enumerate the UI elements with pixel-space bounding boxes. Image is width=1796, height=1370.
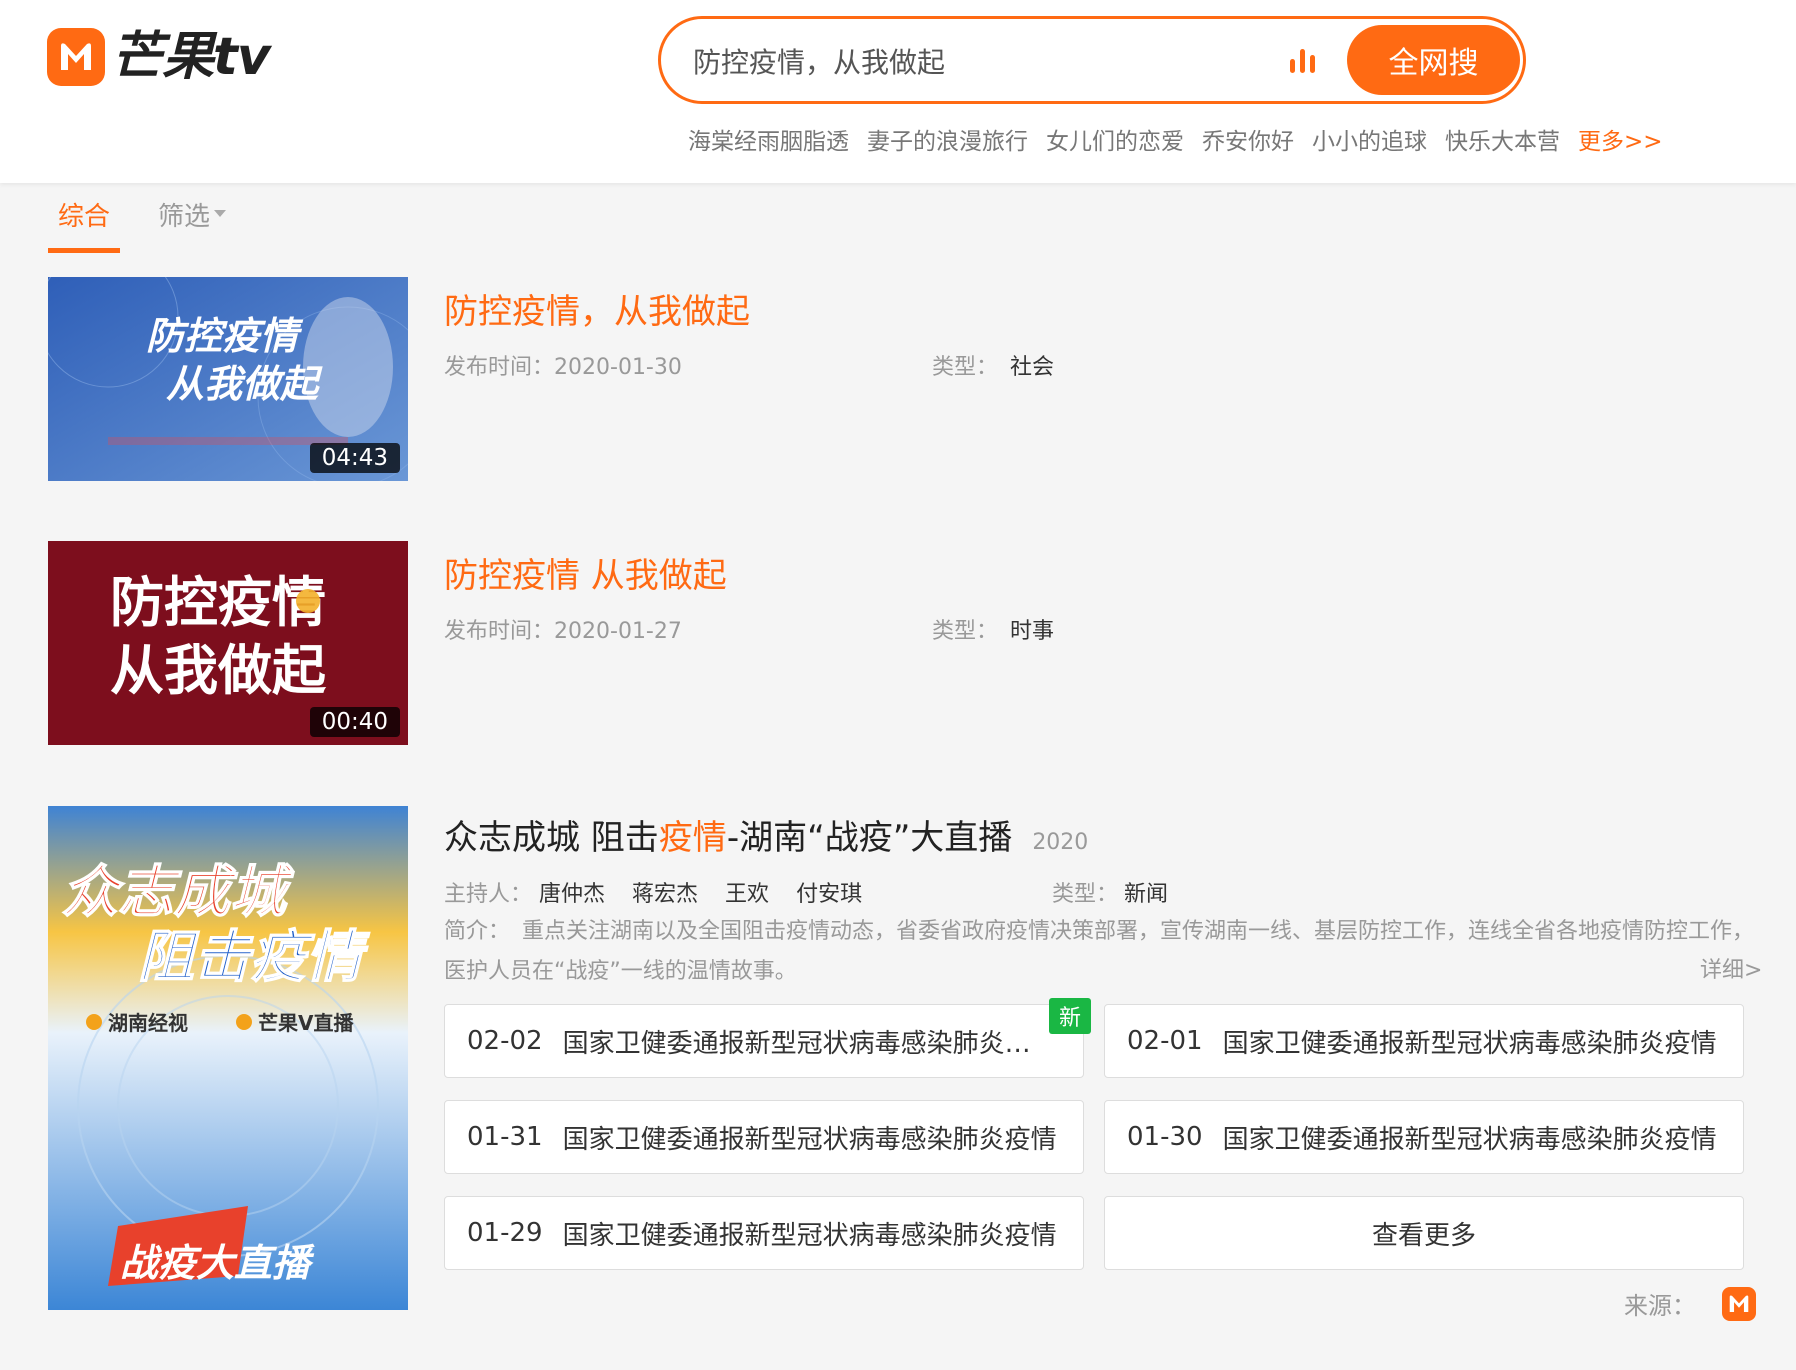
desc-label: 简介：: [444, 919, 511, 944]
thumb-text: 从我做起: [166, 362, 323, 406]
episode-date: 02-02: [467, 1026, 543, 1056]
tab-label: 筛选: [158, 202, 211, 232]
hot-word[interactable]: 海棠经雨胭脂透: [688, 122, 849, 156]
video-duration: 00:40: [309, 707, 400, 737]
episode-date: 02-01: [1127, 1026, 1203, 1056]
tab-filter[interactable]: 筛选: [158, 196, 227, 250]
result-title[interactable]: 防控疫情，从我做起: [444, 284, 750, 333]
publish-value: 2020-01-30: [554, 355, 682, 380]
episode-title: 国家卫健委通报新型冠状病毒感染肺炎疫情: [1222, 1124, 1717, 1155]
publish-label: 发布时间：: [444, 619, 555, 644]
hot-more-link[interactable]: 更多>>: [1578, 122, 1663, 156]
episode-title: 国家卫健委通报新型冠状病毒感染肺炎疫情: [1222, 1028, 1717, 1059]
hot-word[interactable]: 快乐大本营: [1445, 122, 1560, 156]
view-more-button[interactable]: 查看更多: [1104, 1196, 1744, 1270]
poster-image: 众志成城 阻击疫情 湖南经视 芒果V直播 战疫大直播: [48, 806, 408, 1310]
thumb-text: 防控疫情: [110, 571, 326, 634]
show-title[interactable]: 众志成城 阻击疫情-湖南“战疫”大直播 2020: [444, 810, 1088, 859]
source-info: 来源：: [1624, 1286, 1756, 1321]
episode-item[interactable]: 01-29 国家卫健委通报新型冠状病毒感染肺炎疫情: [444, 1196, 1084, 1270]
type-info: 类型： 社会: [932, 349, 1054, 381]
poster-text: 众志成城: [62, 860, 295, 925]
publish-label: 发布时间：: [444, 355, 555, 380]
show-title-part2: -湖南“战疫”大直播: [726, 818, 1013, 858]
type-value: 新闻: [1124, 882, 1169, 907]
hosts-label: 主持人：: [444, 882, 533, 907]
search-button[interactable]: 全网搜: [1347, 25, 1520, 95]
episode-item[interactable]: 01-30 国家卫健委通报新型冠状病毒感染肺炎疫情: [1104, 1100, 1744, 1174]
episode-date: 01-29: [467, 1218, 543, 1248]
hot-word[interactable]: 女儿们的恋爱: [1046, 122, 1184, 156]
mango-logo-icon[interactable]: [1722, 1286, 1756, 1321]
type-value: 时事: [1010, 619, 1055, 644]
video-thumbnail[interactable]: 防控疫情 从我做起 00:40: [48, 541, 408, 745]
host-name[interactable]: 王欢: [725, 882, 769, 907]
new-badge: 新: [1049, 998, 1091, 1034]
episode-item[interactable]: 01-31 国家卫健委通报新型冠状病毒感染肺炎疫情: [444, 1100, 1084, 1174]
search-box: 全网搜: [658, 16, 1526, 104]
logo-text: 芒果tv: [111, 27, 271, 87]
result-title[interactable]: 防控疫情 从我做起: [444, 548, 727, 597]
show-description: 简介： 重点关注湖南以及全国阻击疫情动态，省委省政府疫情决策部署，宣传湖南一线、基…: [444, 912, 1764, 992]
mango-logo-icon: [47, 28, 105, 86]
show-hosts: 主持人： 唐仲杰 蒋宏杰 王欢 付安琪: [444, 876, 882, 908]
hot-search-list: 海棠经雨胭脂透 妻子的浪漫旅行 女儿们的恋爱 乔安你好 小小的追球 快乐大本营 …: [688, 122, 1663, 156]
type-info: 类型： 新闻: [1052, 876, 1168, 908]
host-name[interactable]: 唐仲杰: [539, 882, 605, 907]
episode-title: 国家卫健委通报新型冠状病毒感染肺炎疫情: [562, 1124, 1057, 1155]
poster-brand: 湖南经视: [108, 1011, 188, 1035]
episode-date: 01-30: [1127, 1122, 1203, 1152]
video-duration: 04:43: [309, 443, 400, 473]
chevron-down-icon: [214, 210, 227, 217]
poster-brand: 芒果V直播: [258, 1011, 354, 1035]
poster-text: 阻击疫情: [138, 925, 370, 990]
episode-item[interactable]: 02-02 国家卫健委通报新型冠状病毒感染肺炎疫情: [444, 1004, 1084, 1078]
search-input[interactable]: [693, 37, 1253, 85]
voice-bars-icon[interactable]: [1287, 45, 1319, 77]
show-title-highlight: 疫情: [658, 818, 727, 858]
episode-item[interactable]: 02-01 国家卫健委通报新型冠状病毒感染肺炎疫情: [1104, 1004, 1744, 1078]
tab-all[interactable]: 综合: [48, 196, 120, 253]
episode-title: 国家卫健委通报新型冠状病毒感染肺炎疫情: [562, 1220, 1057, 1251]
desc-text: 重点关注湖南以及全国阻击疫情动态，省委省政府疫情决策部署，宣传湖南一线、基层防控…: [444, 919, 1755, 984]
type-label: 类型：: [932, 355, 999, 380]
publish-date: 发布时间：2020-01-27: [444, 613, 682, 645]
thumb-text: 防控疫情: [146, 314, 304, 358]
show-year: 2020: [1032, 830, 1089, 855]
tab-label: 综合: [57, 202, 110, 232]
type-label: 类型：: [1052, 882, 1119, 907]
hot-word[interactable]: 妻子的浪漫旅行: [867, 122, 1028, 156]
hot-word[interactable]: 乔安你好: [1202, 122, 1294, 156]
thumb-text: 从我做起: [110, 639, 327, 702]
episode-date: 01-31: [467, 1122, 543, 1152]
host-name[interactable]: 蒋宏杰: [632, 882, 698, 907]
type-value: 社会: [1010, 355, 1055, 380]
video-thumbnail[interactable]: 防控疫情 从我做起 04:43: [48, 277, 408, 481]
episode-title: 国家卫健委通报新型冠状病毒感染肺炎疫情: [562, 1028, 1043, 1059]
hot-word[interactable]: 小小的追球: [1312, 122, 1427, 156]
header: 芒果tv 全网搜 海棠经雨胭脂透 妻子的浪漫旅行 女儿们的恋爱 乔安你好 小小的…: [0, 0, 1796, 183]
type-info: 类型： 时事: [932, 613, 1054, 645]
publish-value: 2020-01-27: [554, 619, 682, 644]
site-logo[interactable]: 芒果tv: [47, 27, 271, 87]
publish-date: 发布时间：2020-01-30: [444, 349, 682, 381]
detail-link[interactable]: 详细>: [1700, 952, 1762, 984]
poster-bottom-text: 战疫大直播: [120, 1241, 315, 1285]
show-title-part1: 众志成城 阻击: [444, 818, 659, 858]
result-tabs: 综合 筛选: [48, 196, 264, 253]
type-label: 类型：: [932, 619, 999, 644]
show-poster[interactable]: 众志成城 阻击疫情 湖南经视 芒果V直播 战疫大直播: [48, 806, 408, 1310]
source-label: 来源：: [1624, 1292, 1696, 1320]
host-name[interactable]: 付安琪: [796, 882, 862, 907]
